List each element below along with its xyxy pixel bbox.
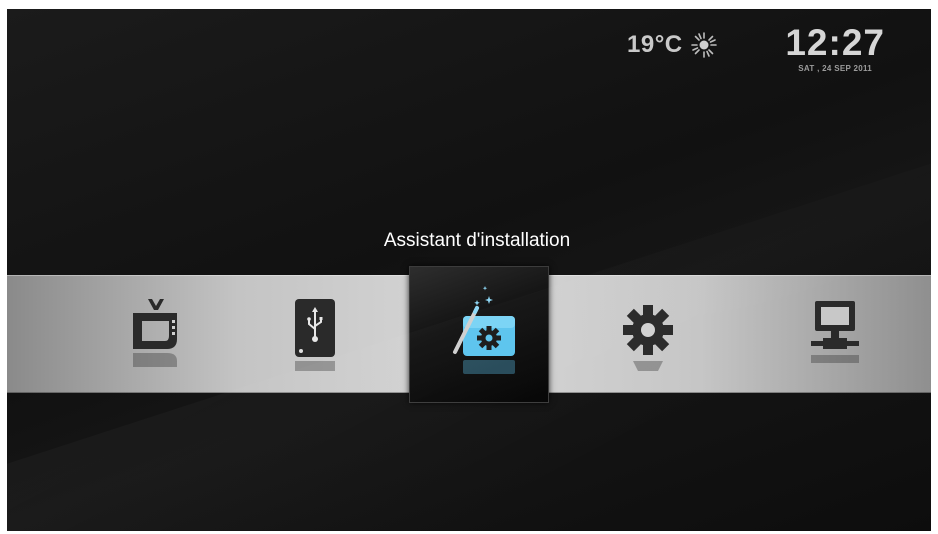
tv-icon <box>133 299 177 367</box>
menu-item-usb[interactable] <box>264 275 364 393</box>
menu-item-installation-wizard[interactable] <box>409 266 549 403</box>
sun-icon <box>690 32 717 58</box>
clock: 12:27 SAT , 24 SEP 2011 <box>785 22 885 74</box>
menu-item-network[interactable] <box>784 275 884 393</box>
installation-wizard-icon <box>453 285 515 374</box>
menu-item-tv[interactable] <box>109 275 209 393</box>
weather-widget: 19°C <box>627 31 717 59</box>
clock-date: SAT , 24 SEP 2011 <box>798 64 873 73</box>
temperature: 19°C <box>627 31 683 58</box>
selected-menu-title: Assistant d'installation <box>383 230 571 251</box>
usb-drive-icon <box>295 299 335 371</box>
clock-time: 12:27 <box>785 22 885 63</box>
menu-item-settings[interactable] <box>598 275 698 393</box>
tv-menu-screen: 19°C 12:27 SAT , 24 SEP 2011 Assistant d… <box>7 9 931 531</box>
settings-gear-icon <box>623 305 673 371</box>
network-computer-icon <box>811 301 859 363</box>
